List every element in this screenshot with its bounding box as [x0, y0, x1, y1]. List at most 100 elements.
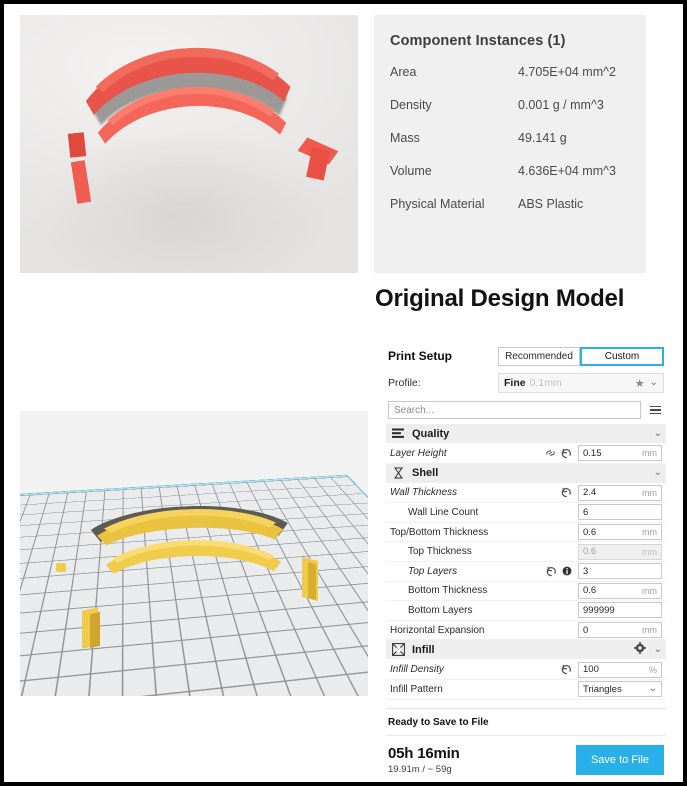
category-header-quality[interactable]: Quality ⌄: [386, 424, 666, 444]
setting-value-field[interactable]: 0.6 mm: [578, 582, 662, 599]
setting-value-field[interactable]: 0.6 mm: [578, 524, 662, 541]
setting-value-dropdown[interactable]: Triangles ⌄: [578, 681, 662, 698]
setting-row-layer-height[interactable]: Layer Height 0.15 mm: [386, 444, 666, 464]
setting-label: Bottom Thickness: [408, 585, 488, 597]
setting-value-field[interactable]: 999999: [578, 602, 662, 619]
link-icon: [546, 450, 555, 457]
setting-unit: mm: [642, 527, 657, 538]
property-value: 0.001 g / mm^3: [518, 98, 604, 112]
save-to-file-button[interactable]: Save to File: [576, 744, 664, 775]
revert-icon: [546, 566, 556, 576]
print-setup-title: Print Setup: [388, 349, 453, 363]
setting-value: 0.6: [583, 585, 597, 597]
revert-icon: [561, 488, 571, 498]
tab-recommended[interactable]: Recommended: [498, 346, 580, 366]
property-row: Mass 49.141 g: [390, 131, 630, 145]
slice-status-text: Ready to Save to File: [388, 716, 489, 728]
property-row: Volume 4.636E+04 mm^3: [390, 164, 630, 178]
setting-value: 0: [583, 624, 589, 636]
property-label: Area: [390, 65, 417, 79]
setting-value: 3: [583, 565, 589, 577]
profile-name: Fine: [504, 377, 526, 389]
print-material-usage: 19.91m / ~ 59g: [388, 763, 452, 775]
property-value: ABS Plastic: [518, 197, 584, 211]
property-value: 49.141 g: [518, 131, 567, 145]
setting-row-top-layers[interactable]: Top Layers 3: [386, 562, 666, 582]
slicer-viewport[interactable]: [20, 411, 368, 696]
row-icons: [561, 487, 572, 498]
setting-row-top-bottom-thickness[interactable]: Top/Bottom Thickness 0.6 mm: [386, 523, 666, 543]
tab-custom[interactable]: Custom: [580, 346, 664, 366]
setting-row-infill-density[interactable]: Infill Density 100 %: [386, 660, 666, 680]
model-nub: [56, 563, 66, 572]
property-value: 4.636E+04 mm^3: [518, 164, 616, 178]
sliced-model[interactable]: [20, 411, 368, 696]
setting-row-bottom-thickness[interactable]: Bottom Thickness 0.6 mm: [386, 582, 666, 602]
setting-label: Top Thickness: [408, 546, 472, 558]
star-icon[interactable]: ★: [635, 377, 645, 390]
property-label: Volume: [390, 164, 432, 178]
hamburger-menu-icon[interactable]: [646, 405, 664, 415]
setting-value-field[interactable]: 100 %: [578, 661, 662, 678]
property-label: Mass: [390, 131, 420, 145]
print-setup-header: Print Setup Recommended Custom: [386, 342, 666, 370]
setting-label: Horizontal Expansion: [390, 624, 485, 636]
setting-unit: mm: [642, 487, 657, 498]
setting-value-field[interactable]: 0 mm: [578, 622, 662, 639]
profile-layer-height: 0.1mm: [529, 377, 562, 389]
setting-value: 0.6: [583, 526, 597, 538]
info-icon: [562, 566, 572, 576]
profile-row: Profile: Fine 0.1mm ★ ⌄: [386, 370, 666, 396]
setting-value-field[interactable]: 2.4 mm: [578, 484, 662, 501]
property-row: Area 4.705E+04 mm^2: [390, 65, 630, 79]
setting-unit: mm: [642, 585, 657, 596]
setting-value-field[interactable]: 3: [578, 563, 662, 580]
setting-value-field[interactable]: 0.15 mm: [578, 445, 662, 462]
setting-label: Bottom Layers: [408, 604, 473, 616]
profile-selector[interactable]: Fine 0.1mm ★ ⌄: [498, 373, 664, 393]
setting-value: 2.4: [583, 487, 597, 499]
setting-value-field: 0.6 mm: [578, 543, 662, 560]
setting-row-infill-pattern[interactable]: Infill Pattern Triangles ⌄: [386, 680, 666, 700]
setting-label: Infill Pattern: [390, 683, 443, 695]
gear-icon[interactable]: [633, 642, 646, 657]
category-label: Infill: [412, 643, 435, 656]
setting-value: 0.6: [583, 546, 597, 558]
category-header-shell[interactable]: Shell ⌄: [386, 463, 666, 484]
component-instances-card: Component Instances (1) Area 4.705E+04 m…: [374, 15, 646, 273]
category-label: Quality: [412, 427, 450, 440]
revert-icon: [561, 664, 571, 675]
settings-list: Quality ⌄ Layer Height 0.15 mm Shell ⌄ W…: [386, 424, 666, 700]
setting-unit: mm: [642, 546, 657, 557]
category-label: Shell: [412, 467, 439, 480]
chevron-down-icon[interactable]: ⌄: [654, 428, 662, 439]
setting-row-bottom-layers[interactable]: Bottom Layers 999999: [386, 601, 666, 621]
setting-label: Layer Height: [390, 447, 447, 459]
model-right-tab-edge: [308, 562, 316, 600]
setting-row-wall-thickness[interactable]: Wall Thickness 2.4 mm: [386, 484, 666, 504]
print-mode-tabs: Recommended Custom: [498, 346, 664, 366]
chevron-down-icon[interactable]: ⌄: [649, 684, 657, 694]
chevron-down-icon[interactable]: ⌄: [654, 644, 662, 655]
setting-label: Top Layers: [408, 565, 458, 577]
print-setup-panel: Print Setup Recommended Custom Profile: …: [386, 342, 666, 782]
setting-row-horizontal-expansion[interactable]: Horizontal Expansion 0 mm: [386, 621, 666, 641]
property-label: Density: [390, 98, 432, 112]
setting-value-field[interactable]: 6: [578, 504, 662, 521]
setting-row-wall-line-count[interactable]: Wall Line Count 6: [386, 503, 666, 523]
property-row: Density 0.001 g / mm^3: [390, 98, 630, 112]
chevron-down-icon[interactable]: ⌄: [654, 468, 662, 478]
setting-value: 999999: [583, 604, 615, 616]
chevron-down-icon[interactable]: ⌄: [650, 378, 658, 388]
model-left-tab-edge: [90, 611, 100, 649]
photo-part-left-tab-edge: [67, 132, 87, 158]
property-row: Physical Material ABS Plastic: [390, 197, 630, 211]
row-icons: [561, 664, 572, 675]
category-header-infill[interactable]: Infill ⌄: [386, 640, 666, 661]
revert-icon: [561, 448, 571, 458]
search-input[interactable]: [388, 401, 641, 419]
setting-unit: %: [648, 664, 657, 675]
setting-value: 6: [583, 506, 589, 518]
setting-row-top-thickness[interactable]: Top Thickness 0.6 mm: [386, 542, 666, 562]
setting-value: Triangles: [583, 683, 622, 695]
